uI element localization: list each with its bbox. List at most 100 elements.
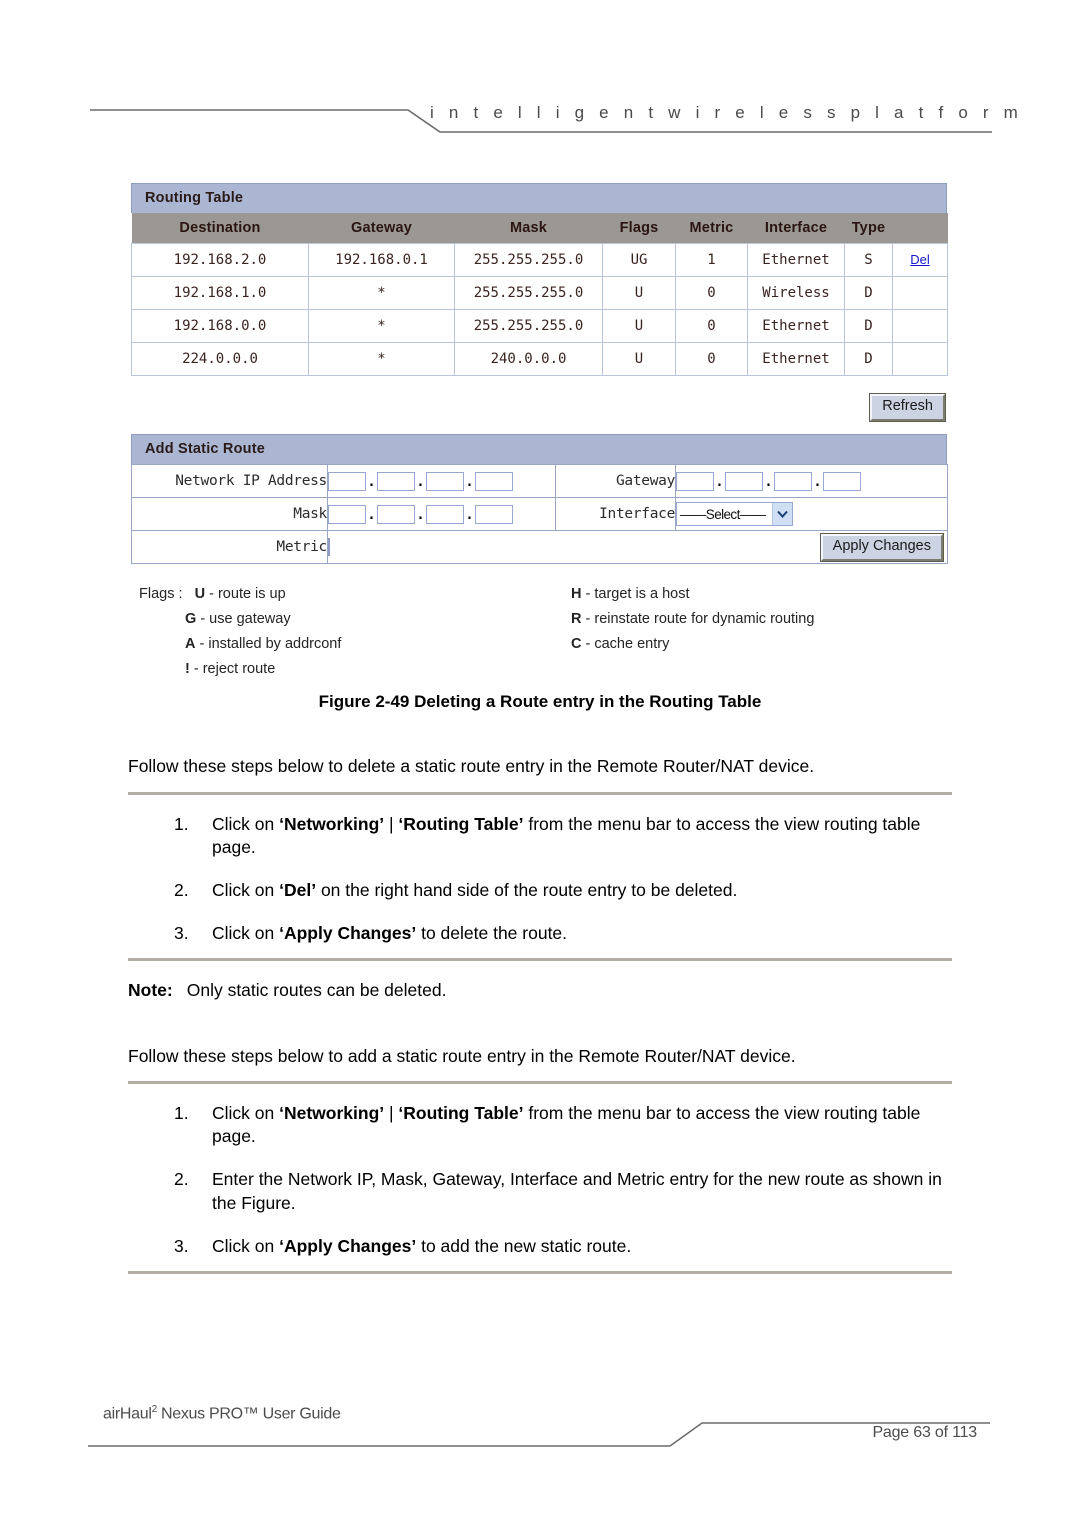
divider [128,791,952,795]
refresh-button[interactable]: Refresh [869,393,946,422]
router-ui-screenshot: Routing Table Destination Gateway Mask F… [131,183,948,677]
cell-gateway: * [308,309,455,343]
network-ip-octet-1[interactable] [328,471,366,491]
legend-row: ! - reject route [139,661,579,686]
column-header-interface: Interface [747,213,845,244]
flag-desc: - use gateway [200,611,291,627]
table-row: 192.168.1.0 * 255.255.255.0 U 0 Wireless… [131,276,948,310]
add-steps-list: Click on ‘Networking’ | ‘Routing Table’ … [128,1102,952,1258]
step-pre: Click on [212,879,280,900]
form-row-mask-interface: Mask . . . Interface ——Select—— [131,497,948,531]
step-bold-1: ‘Networking’ [279,1103,385,1124]
mask-octet-4[interactable] [475,504,513,524]
note-paragraph: Note: Only static routes can be deleted. [128,979,952,1003]
step-bold-1: ‘Apply Changes’ [279,1235,417,1256]
form-row-metric-apply: Metric Apply Changes [131,530,948,564]
octet-separator: . [464,471,475,491]
cell-gateway: * [308,276,455,310]
header-tagline: i n t e l l i g e n t w i r e l e s s p … [430,103,1024,122]
cell-type: D [844,342,893,376]
apply-changes-button[interactable]: Apply Changes [819,533,945,562]
step-bold-2: ‘Routing Table’ [398,1103,524,1124]
step-pre: Click on [212,813,280,834]
gateway-octet-4[interactable] [823,471,861,491]
network-ip-octet-2[interactable] [377,471,415,491]
octet-separator: . [366,504,377,524]
table-row: 192.168.2.0 192.168.0.1 255.255.255.0 UG… [131,243,948,277]
routing-table-panel: Routing Table Destination Gateway Mask F… [131,183,948,376]
legend-row: R - reinstate route for dynamic routing [571,611,947,636]
cell-action [892,309,948,343]
routing-table-title: Routing Table [131,183,947,213]
cell-flags: U [602,342,676,376]
cell-type: D [844,276,893,310]
gateway-octet-1[interactable] [676,471,714,491]
legend-row: A - installed by addrconf [139,636,579,661]
cell-interface: Wireless [747,276,845,310]
cell-flags: UG [602,243,676,277]
flag-key: C [571,636,582,652]
page-header: i n t e l l i g e n t w i r e l e s s p … [0,0,1080,150]
column-header-mask: Mask [454,213,603,244]
legend-row: Flags : U - route is up [139,586,579,611]
flag-desc: - cache entry [585,636,670,652]
cell-mask: 240.0.0.0 [454,342,603,376]
step-bold-2: ‘Routing Table’ [398,813,524,834]
refresh-row: Refresh [131,376,947,434]
list-item: Click on ‘Networking’ | ‘Routing Table’ … [174,813,952,859]
cell-type: S [844,243,893,277]
flag-key: R [571,611,582,627]
step-pre: Enter the Network IP, Mask, Gateway, Int… [212,1169,942,1213]
column-header-flags: Flags [602,213,676,244]
mask-octet-2[interactable] [377,504,415,524]
divider [128,1270,952,1274]
mask-octet-1[interactable] [328,504,366,524]
label-network-ip: Network IP Address [131,464,328,498]
field-gateway: . . . [675,464,948,498]
flags-legend: Flags : U - route is up G - use gateway … [131,564,947,677]
flag-desc: - installed by addrconf [199,636,342,652]
octet-separator: . [714,471,725,491]
field-mask: . . . [327,497,556,531]
cell-interface: Ethernet [747,309,845,343]
delete-route-link[interactable]: Del [910,252,930,267]
step-bold-1: ‘Del’ [279,879,317,900]
cell-flags: U [602,309,676,343]
flags-legend-left-column: Flags : U - route is up G - use gateway … [139,586,579,686]
list-item: Click on ‘Apply Changes’ to add the new … [174,1235,952,1258]
flag-desc: - target is a host [585,586,690,602]
interface-select[interactable]: ——Select—— [676,502,793,526]
cell-metric: 0 [675,309,748,343]
cell-flags: U [602,276,676,310]
flag-desc: - reject route [193,661,276,677]
gateway-octet-2[interactable] [725,471,763,491]
divider [128,1081,952,1085]
cell-type: D [844,309,893,343]
octet-separator: . [464,504,475,524]
table-row: 224.0.0.0 * 240.0.0.0 U 0 Ethernet D [131,342,948,376]
column-header-destination: Destination [131,213,309,244]
metric-input[interactable] [328,538,330,556]
octet-separator: . [415,504,426,524]
gateway-octet-3[interactable] [774,471,812,491]
gateway-octet-group: . . . [676,471,947,491]
cell-action [892,342,948,376]
footer-guide-suffix: Nexus PRO™ User Guide [156,1405,341,1423]
flag-key: G [185,611,197,627]
step-post: on the right hand side of the route entr… [316,879,738,900]
cell-destination: 192.168.2.0 [131,243,309,277]
column-header-metric: Metric [675,213,748,244]
cell-metric: 1 [675,243,748,277]
mask-octet-3[interactable] [426,504,464,524]
list-item: Click on ‘Del’ on the right hand side of… [174,879,952,902]
network-ip-octet-3[interactable] [426,471,464,491]
step-post: to add the new static route. [416,1235,632,1256]
flag-key: ! [185,661,190,677]
octet-separator: . [763,471,774,491]
network-ip-octet-4[interactable] [475,471,513,491]
mask-octet-group: . . . [328,504,555,524]
label-mask: Mask [131,497,328,531]
flag-key: H [571,586,582,602]
flags-legend-right-column: H - target is a host R - reinstate route… [571,586,947,661]
step-pre: Click on [212,922,280,943]
